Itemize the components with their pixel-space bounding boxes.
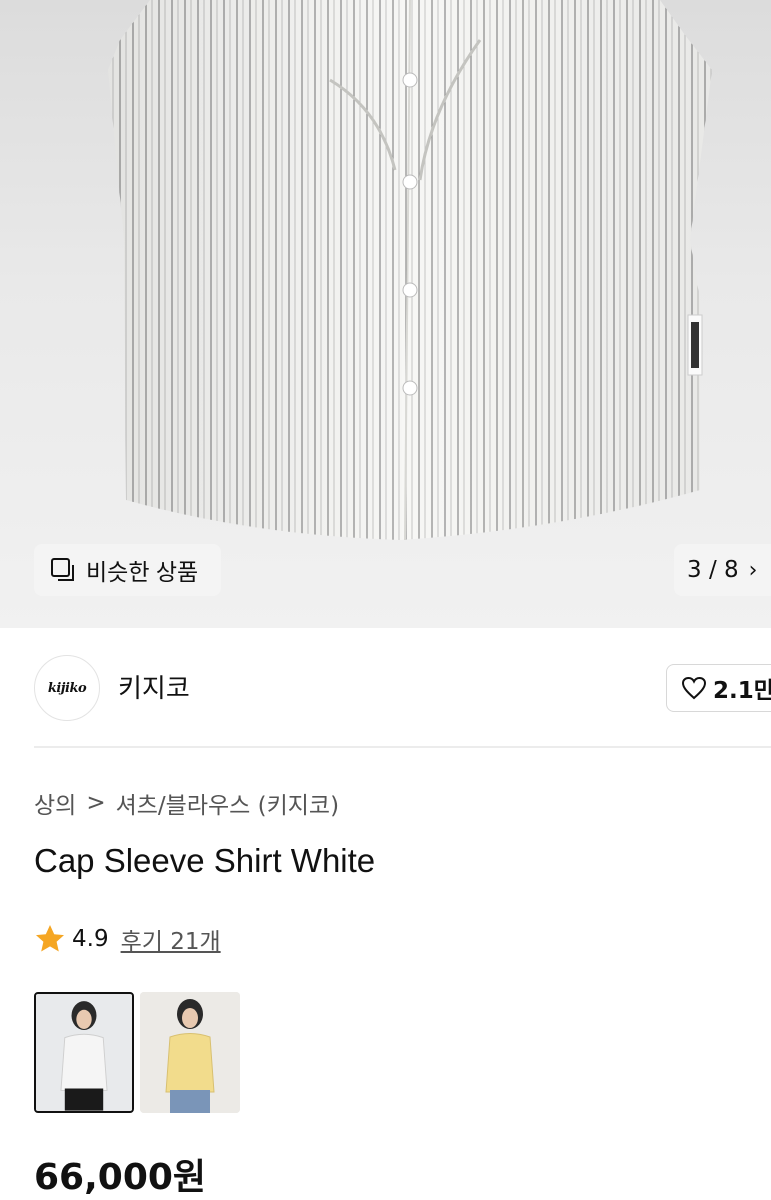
breadcrumb-subcategory[interactable]: 셔츠/블라우스 (키지코) bbox=[116, 786, 339, 820]
variant-photo-yellow bbox=[140, 992, 240, 1113]
product-image-carousel[interactable]: 비슷한 상품 3 / 8 › bbox=[0, 0, 771, 628]
rating-score: 4.9 bbox=[72, 926, 109, 952]
rating-row: 4.9 후기 21개 bbox=[34, 922, 221, 956]
brand-logo[interactable]: kijiko bbox=[34, 655, 100, 721]
breadcrumb-category[interactable]: 상의 bbox=[34, 786, 76, 820]
image-counter-text: 3 / 8 bbox=[687, 557, 739, 583]
variant-thumbnail-white[interactable] bbox=[34, 992, 134, 1113]
product-photo bbox=[108, 0, 712, 541]
color-variants bbox=[34, 992, 240, 1113]
chevron-right-icon: › bbox=[748, 557, 758, 583]
similar-products-button[interactable]: 비슷한 상품 bbox=[34, 544, 221, 596]
variant-photo-white bbox=[36, 994, 132, 1111]
similar-icon bbox=[51, 558, 74, 581]
image-counter[interactable]: 3 / 8 › bbox=[674, 544, 771, 596]
breadcrumb-separator: > bbox=[86, 790, 106, 816]
brand-name[interactable]: 키지코 bbox=[118, 668, 190, 705]
like-button[interactable]: 2.1만 bbox=[666, 664, 771, 712]
heart-icon bbox=[681, 676, 707, 700]
product-price: 66,000원 bbox=[34, 1157, 207, 1198]
like-count: 2.1만 bbox=[713, 678, 771, 704]
brand-logo-text: kijiko bbox=[47, 680, 87, 696]
divider bbox=[34, 746, 771, 748]
breadcrumb: 상의 > 셔츠/블라우스 (키지코) bbox=[34, 786, 339, 820]
variant-thumbnail-yellow[interactable] bbox=[140, 992, 240, 1113]
reviews-link[interactable]: 후기 21개 bbox=[121, 922, 221, 956]
product-title: Cap Sleeve Shirt White bbox=[34, 842, 376, 879]
similar-products-label: 비슷한 상품 bbox=[86, 559, 199, 585]
star-icon bbox=[36, 925, 64, 952]
